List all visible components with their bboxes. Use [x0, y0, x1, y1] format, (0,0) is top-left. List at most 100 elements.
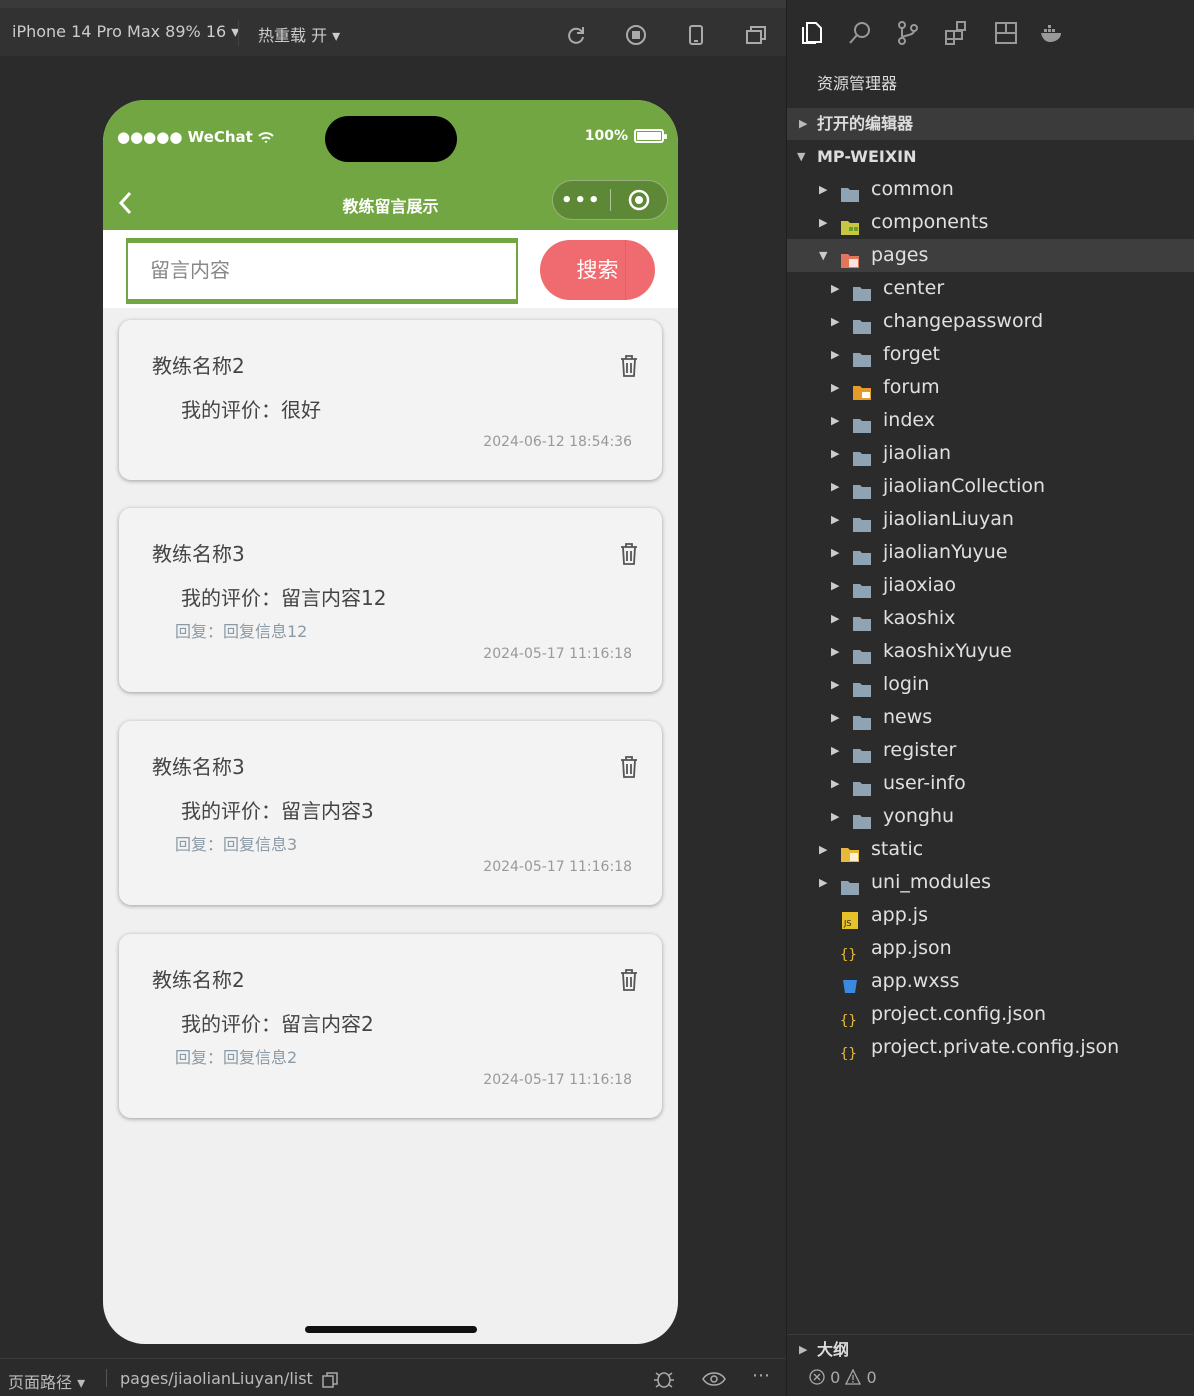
tree-item-project-private-config-json[interactable]: {} project.private.config.json [787, 1031, 1194, 1064]
chevron-down-icon: ▼ [797, 150, 806, 163]
message-card[interactable]: 教练名称2 我的评价：留言内容2 回复：回复信息2 2024-05-17 11:… [119, 934, 662, 1118]
trash-icon[interactable] [618, 354, 640, 378]
folder-icon [852, 511, 872, 532]
tree-item-changepassword[interactable]: ▶ changepassword [787, 305, 1194, 338]
folder-icon [852, 676, 872, 697]
files-icon[interactable] [799, 20, 825, 46]
tree-item-project-config-json[interactable]: {} project.config.json [787, 998, 1194, 1031]
docker-icon[interactable] [1039, 20, 1065, 46]
tree-item-forum[interactable]: ▶ forum [787, 371, 1194, 404]
trash-icon[interactable] [618, 542, 640, 566]
tree-item-label: index [883, 409, 935, 431]
chevron-right-icon: ▶ [831, 645, 840, 658]
tree-item-label: jiaolianLiuyan [883, 508, 1014, 530]
tree-item-user-info[interactable]: ▶ user-info [787, 767, 1194, 800]
source-control-icon[interactable] [895, 20, 921, 46]
trash-icon[interactable] [618, 755, 640, 779]
tree-item-label: changepassword [883, 310, 1044, 332]
tree-item-center[interactable]: ▶ center [787, 272, 1194, 305]
message-card[interactable]: 教练名称2 我的评价：很好 2024-06-12 18:54:36 [119, 320, 662, 480]
refresh-icon[interactable] [565, 24, 587, 46]
tree-item-forget[interactable]: ▶ forget [787, 338, 1194, 371]
message-time: 2024-05-17 11:16:18 [483, 859, 632, 875]
hot-reload-toggle[interactable]: 热重载 开 ▾ [258, 22, 340, 46]
more-button[interactable]: ••• [553, 190, 610, 211]
page-path-bar: 页面路径 ▾ pages/jiaolianLiuyan/list ⋯ [0, 1358, 786, 1396]
chevron-right-icon: ▶ [831, 579, 840, 592]
folder-icon [852, 346, 872, 367]
tree-item-kaoshix[interactable]: ▶ kaoshix [787, 602, 1194, 635]
chevron-right-icon: ▶ [799, 1343, 808, 1356]
tree-item-label: project.private.config.json [871, 1036, 1120, 1058]
tree-item-jiaolian[interactable]: ▶ jiaolian [787, 437, 1194, 470]
tree-item-kaoshixyuyue[interactable]: ▶ kaoshixYuyue [787, 635, 1194, 668]
tree-item-index[interactable]: ▶ index [787, 404, 1194, 437]
chevron-right-icon: ▶ [831, 480, 840, 493]
search-input[interactable]: 留言内容 [126, 238, 518, 304]
tree-item-label: kaoshixYuyue [883, 640, 1012, 662]
activity-bar [787, 10, 1194, 56]
chevron-right-icon: ▶ [831, 678, 840, 691]
tree-item-app-js[interactable]: JS app.js [787, 899, 1194, 932]
svg-text:{}: {} [840, 1046, 857, 1061]
tree-item-login[interactable]: ▶ login [787, 668, 1194, 701]
device-selector[interactable]: iPhone 14 Pro Max 89% 16 ▾ [12, 22, 239, 41]
tree-item-uni-modules[interactable]: ▶ uni_modules [787, 866, 1194, 899]
debug-icon[interactable] [652, 1369, 676, 1389]
outline-section[interactable]: ▶ 大纲 [787, 1334, 1194, 1364]
copy-icon[interactable] [322, 1372, 338, 1388]
tree-item-app-wxss[interactable]: app.wxss [787, 965, 1194, 998]
more-options-icon[interactable]: ⋯ [752, 1365, 770, 1386]
folder-icon [852, 577, 872, 598]
message-text: 我的评价：留言内容12 [181, 586, 387, 610]
tree-item-label: forum [883, 376, 940, 398]
tree-item-yonghu[interactable]: ▶ yonghu [787, 800, 1194, 833]
tree-item-app-json[interactable]: {} app.json [787, 932, 1194, 965]
trash-icon[interactable] [618, 968, 640, 992]
tree-item-register[interactable]: ▶ register [787, 734, 1194, 767]
status-bar: ●●●●● WeChat 100% [103, 100, 678, 176]
phone-icon[interactable] [685, 24, 707, 46]
tree-item-label: app.json [871, 937, 952, 959]
tree-item-jiaolianyuyue[interactable]: ▶ jiaolianYuyue [787, 536, 1194, 569]
tree-item-label: pages [871, 244, 929, 266]
tree-item-label: yonghu [883, 805, 955, 827]
stop-icon[interactable] [625, 24, 647, 46]
extensions-icon[interactable] [943, 20, 969, 46]
folder-icon [852, 709, 872, 730]
toolbar-divider [238, 20, 239, 46]
tree-item-pages[interactable]: ▼ pages [787, 239, 1194, 272]
project-section[interactable]: ▼ MP-WEIXIN [787, 141, 1194, 173]
problems-status[interactable]: 0 0 [809, 1368, 877, 1387]
chevron-right-icon: ▶ [819, 183, 828, 196]
tree-item-jiaoxiao[interactable]: ▶ jiaoxiao [787, 569, 1194, 602]
close-capsule-button[interactable] [611, 188, 668, 212]
forum-folder-icon [852, 379, 872, 400]
target-icon [628, 189, 649, 211]
search-icon[interactable] [847, 20, 873, 46]
eye-icon[interactable] [702, 1371, 726, 1387]
tree-item-news[interactable]: ▶ news [787, 701, 1194, 734]
message-text: 我的评价：很好 [181, 398, 321, 422]
tree-item-common[interactable]: ▶ common [787, 173, 1194, 206]
battery-indicator: 100% [585, 128, 667, 144]
page-path-dropdown[interactable]: 页面路径 ▾ [8, 1369, 85, 1393]
tree-item-label: components [871, 211, 989, 233]
tree-item-static[interactable]: ▶ static [787, 833, 1194, 866]
message-card[interactable]: 教练名称3 我的评价：留言内容3 回复：回复信息3 2024-05-17 11:… [119, 721, 662, 905]
search-button[interactable]: 搜索 [540, 240, 655, 300]
pages-folder-icon [840, 247, 860, 268]
folder-icon [852, 445, 872, 466]
message-card[interactable]: 教练名称3 我的评价：留言内容12 回复：回复信息12 2024-05-17 1… [119, 508, 662, 692]
home-indicator [305, 1326, 477, 1333]
chevron-right-icon: ▶ [819, 876, 828, 889]
tree-item-components[interactable]: ▶ components [787, 206, 1194, 239]
json-file-icon: {} [840, 940, 860, 963]
open-editors-section[interactable]: ▶ 打开的编辑器 [787, 108, 1194, 140]
reply-text: 回复：回复信息2 [175, 1048, 298, 1067]
storage-icon[interactable] [993, 20, 1019, 46]
tree-item-jiaoliancollection[interactable]: ▶ jiaolianCollection [787, 470, 1194, 503]
tree-item-label: login [883, 673, 930, 695]
tree-item-jiaolianliuyan[interactable]: ▶ jiaolianLiuyan [787, 503, 1194, 536]
window-icon[interactable] [745, 24, 767, 46]
